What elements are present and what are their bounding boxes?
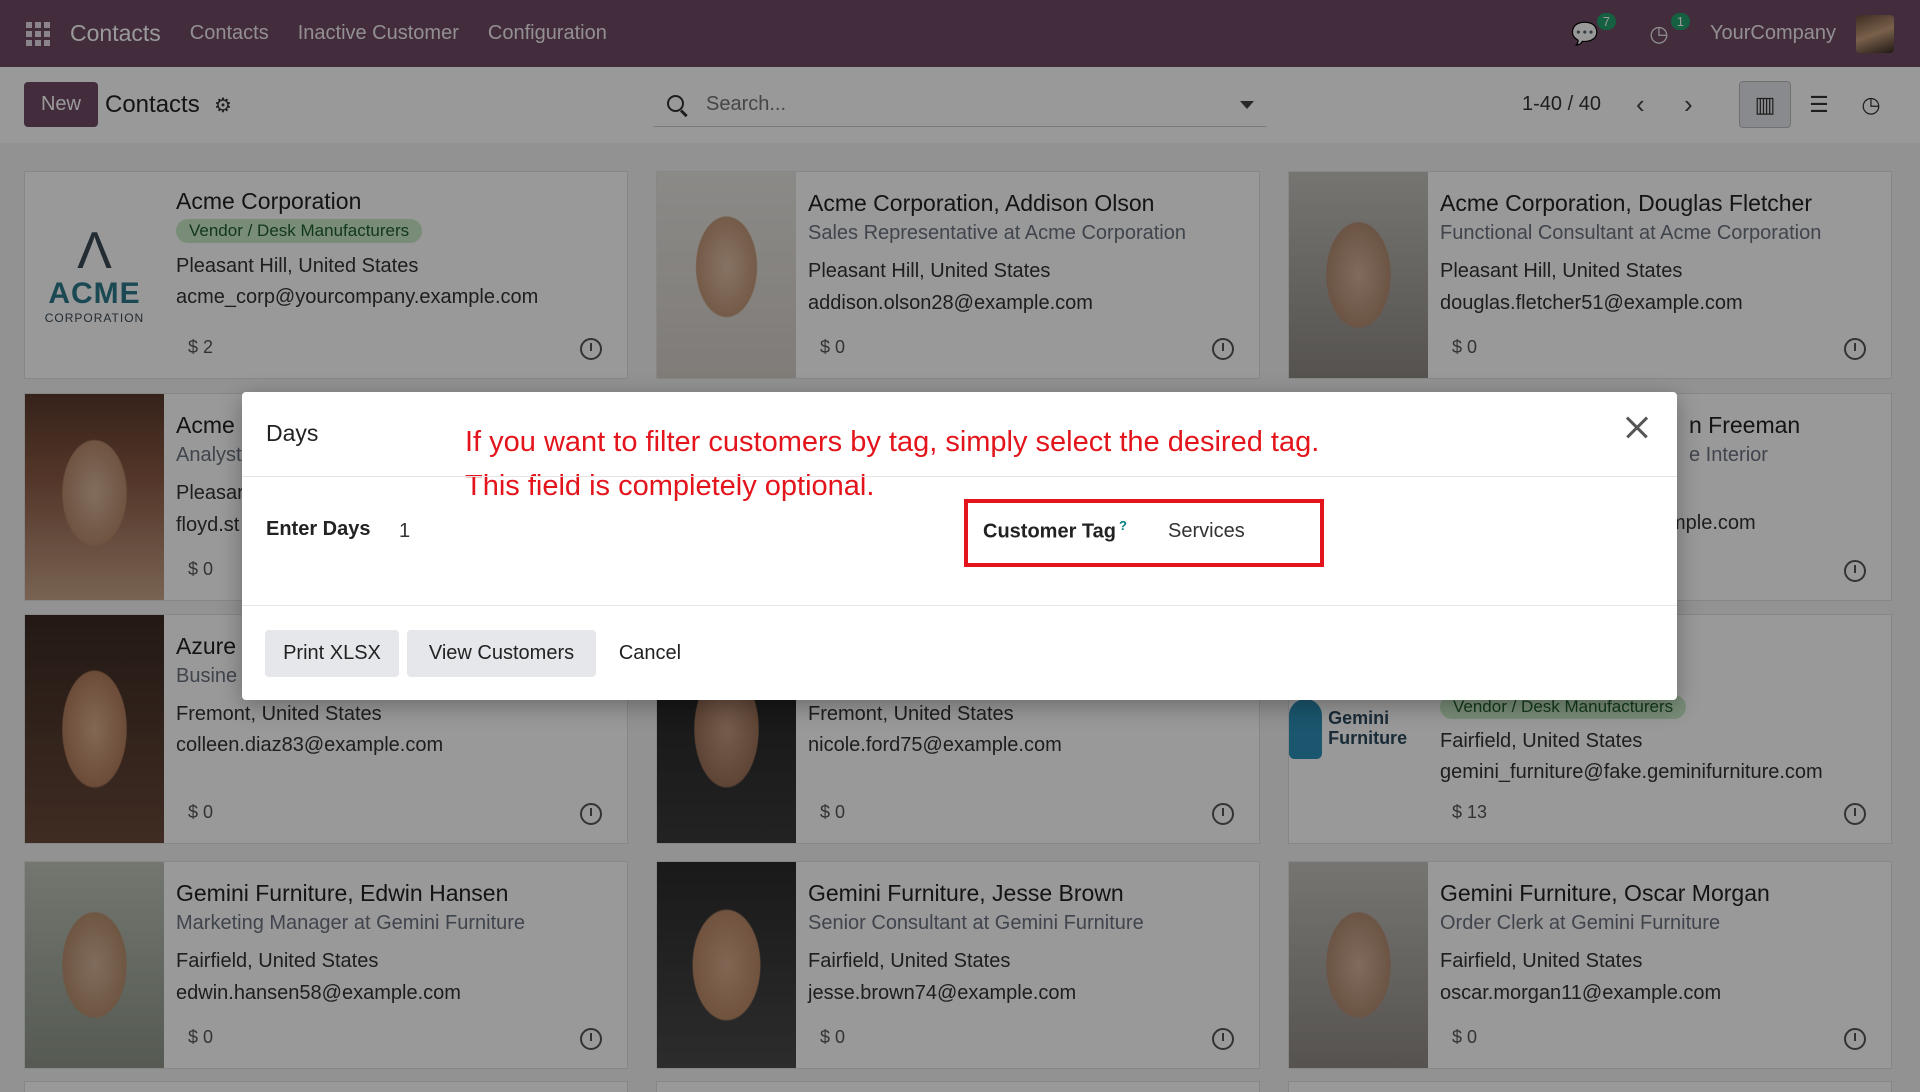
cancel-button[interactable]: Cancel — [605, 630, 695, 677]
dialog-footer-divider — [242, 605, 1677, 606]
print-xlsx-button[interactable]: Print XLSX — [265, 630, 399, 677]
annotation-line-1: If you want to filter customers by tag, … — [465, 426, 1320, 458]
customer-tag-field[interactable]: Services — [1168, 520, 1245, 543]
enter-days-input[interactable]: 1 — [399, 520, 410, 543]
customer-tag-label: Customer Tag? — [983, 518, 1127, 543]
dialog-title: Days — [266, 420, 319, 446]
dialog-header-divider — [242, 476, 1677, 477]
enter-days-label: Enter Days — [266, 518, 371, 540]
view-customers-button[interactable]: View Customers — [407, 630, 596, 677]
close-icon[interactable] — [1619, 410, 1655, 446]
days-dialog: Days If you want to filter customers by … — [242, 392, 1677, 700]
annotation-line-2: This field is completely optional. — [465, 470, 875, 502]
help-icon[interactable]: ? — [1119, 518, 1127, 533]
